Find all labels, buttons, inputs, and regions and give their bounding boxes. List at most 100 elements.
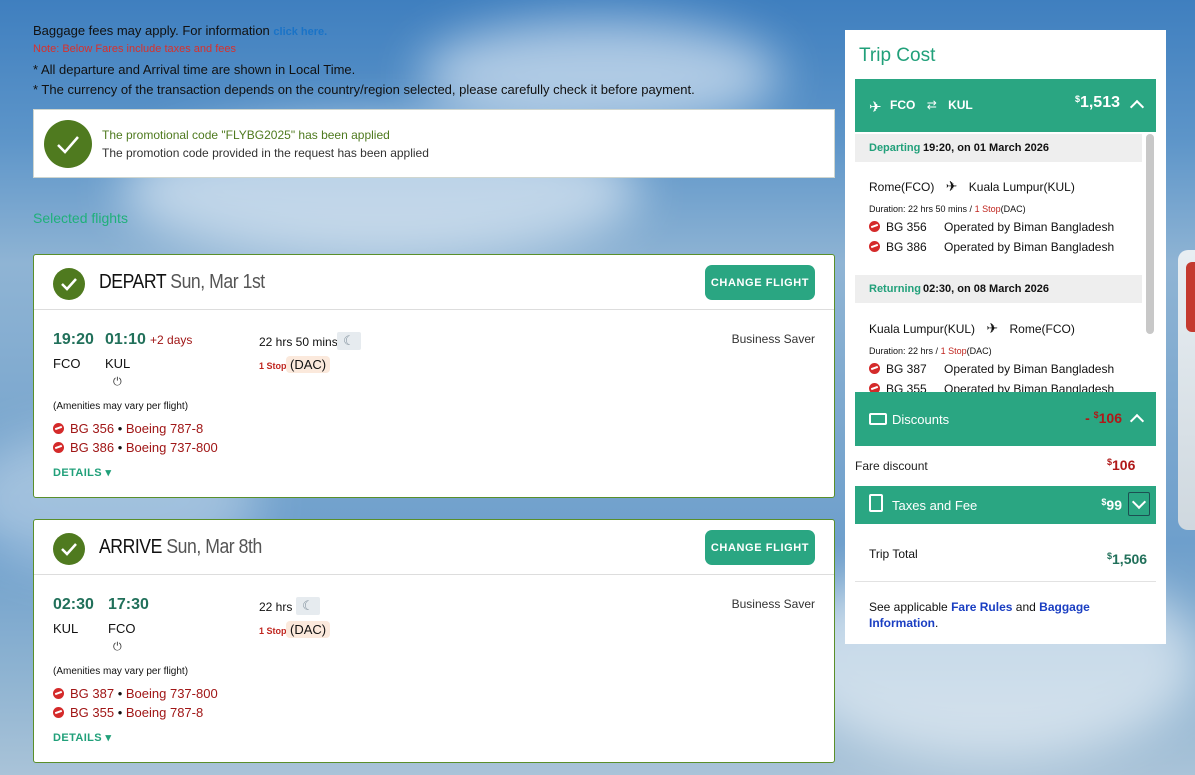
operator: Operated by Biman Bangladesh — [944, 220, 1115, 234]
baggage-note: Baggage fees may apply. For information … — [33, 23, 327, 38]
returning-stop: 1 Stop — [940, 346, 967, 356]
receipt-icon — [869, 494, 883, 512]
returning-duration-text: Duration: 22 hrs / — [869, 346, 939, 356]
segment-row: BG 355 • Boeing 787-8 — [53, 705, 203, 720]
aircraft-type: Boeing 787-8 — [125, 705, 204, 720]
taxes-amount: $99 — [1101, 497, 1122, 513]
discounts-amount-value: 106 — [1098, 410, 1122, 426]
plane-icon: ✈ — [869, 99, 882, 116]
details-label: DETAILS — [53, 467, 103, 479]
baggage-note-text: Baggage fees may apply. For information — [33, 23, 270, 38]
panel-segment-row: BG 387 Operated by Biman Bangladesh — [869, 362, 1114, 376]
caret-down-icon: ▾ — [105, 732, 112, 744]
panel-segment-row: BG 386 Operated by Biman Bangladesh — [869, 240, 1114, 254]
depart-card-header: DEPART Sun, Mar 1st CHANGE FLIGHT — [34, 255, 834, 310]
airline-logo-icon — [53, 442, 64, 453]
trip-total-amount: $1,506 — [1107, 551, 1147, 567]
arrive-details-toggle[interactable]: DETAILS ▾ — [53, 731, 111, 744]
via-airport: (DAC) — [286, 356, 331, 373]
discounts-label: Discounts — [892, 412, 950, 427]
returning-from: Kuala Lumpur(KUL) — [869, 322, 976, 336]
change-depart-flight-button[interactable]: CHANGE FLIGHT — [705, 265, 815, 300]
promo-subtitle: The promotion code provided in the reque… — [102, 146, 429, 160]
departing-via: (DAC) — [1000, 204, 1026, 214]
returning-duration: Duration: 22 hrs / 1 Stop(DAC) — [869, 346, 992, 356]
flight-number: BG 355 — [886, 382, 927, 392]
stop-count: 1 Stop — [259, 361, 287, 371]
returning-route: Kuala Lumpur(KUL) ✈ Rome(FCO) — [869, 320, 1075, 337]
depart-label: DEPART — [99, 271, 166, 293]
airline-logo-icon — [869, 383, 880, 392]
taxes-label: Taxes and Fee — [892, 498, 978, 513]
fare-discount-label: Fare discount — [855, 459, 928, 473]
flight-number: BG 386 — [70, 440, 115, 455]
money-icon — [869, 413, 887, 425]
departing-duration-text: Duration: 22 hrs 50 mins / — [869, 204, 973, 214]
trip-total-label: Trip Total — [869, 547, 918, 561]
airline-logo-icon — [869, 221, 880, 232]
arrive-date: Sun, Mar 8th — [166, 536, 262, 558]
airline-logo-icon — [53, 688, 64, 699]
route-to: KUL — [948, 98, 973, 112]
depart-details-toggle[interactable]: DETAILS ▾ — [53, 466, 111, 479]
destination-code: FCO — [108, 621, 136, 636]
taxes-fee-bar[interactable]: Taxes and Fee $99 — [855, 486, 1156, 524]
arrive-card-header: ARRIVE Sun, Mar 8th CHANGE FLIGHT — [34, 520, 834, 575]
power-icon: ⏻ — [113, 376, 122, 388]
flight-number: BG 387 — [70, 686, 115, 701]
trip-cost-panel: Trip Cost ✈ FCO ⇄ KUL $1,513 Departing 1… — [845, 30, 1166, 644]
itinerary-scroll-area[interactable]: Departing 19:20, on 01 March 2026 Rome(F… — [855, 132, 1156, 392]
depart-time: 19:20 — [53, 331, 94, 348]
origin-code: FCO — [53, 356, 81, 371]
origin-code: KUL — [53, 621, 79, 636]
panel-segment-row: BG 356 Operated by Biman Bangladesh — [869, 220, 1114, 234]
fare-rules-link[interactable]: Fare Rules — [951, 600, 1012, 614]
arrive-title: ARRIVE Sun, Mar 8th — [99, 536, 262, 559]
depart-date: Sun, Mar 1st — [170, 271, 265, 293]
cabin-class: Business Saver — [731, 332, 815, 346]
scrollbar[interactable] — [1146, 134, 1154, 334]
stop-count: 1 Stop — [259, 626, 287, 636]
footer-period: . — [935, 616, 939, 630]
chevron-up-icon[interactable] — [1129, 413, 1145, 429]
segment-row: BG 386 • Boeing 737-800 — [53, 440, 218, 455]
wifi-icon: ☾ — [337, 332, 361, 350]
fare-rules-note: See applicable Fare Rules and Baggage In… — [869, 599, 1119, 631]
route-price-bar[interactable]: ✈ FCO ⇄ KUL $1,513 — [855, 79, 1156, 132]
promo-title: The promotional code "FLYBG2025" has bee… — [102, 128, 390, 142]
arrival-time: 01:10 — [105, 331, 146, 348]
aircraft-type: Boeing 737-800 — [125, 440, 218, 455]
departing-route: Rome(FCO) ✈ Kuala Lumpur(KUL) — [869, 178, 1075, 195]
flight-number: BG 355 — [70, 705, 115, 720]
flight-number: BG 386 — [886, 240, 927, 254]
amenities-note: (Amenities may vary per flight) — [53, 401, 189, 412]
via-airport: (DAC) — [286, 621, 331, 638]
selected-flights-label: Selected flights — [33, 210, 128, 226]
caret-down-icon: ▾ — [105, 467, 112, 479]
departing-strip: Departing 19:20, on 01 March 2026 — [855, 134, 1142, 162]
power-icon: ⏻ — [113, 641, 122, 653]
departing-stop: 1 Stop — [974, 204, 1001, 214]
arrive-label: ARRIVE — [99, 536, 162, 558]
trip-total-value: 1,506 — [1112, 551, 1148, 567]
operator: Operated by Biman Bangladesh — [944, 240, 1115, 254]
route-price: $1,513 — [1075, 94, 1120, 112]
details-label: DETAILS — [53, 732, 103, 744]
aircraft-type: Boeing 787-8 — [125, 421, 204, 436]
swap-arrows-icon: ⇄ — [926, 98, 937, 112]
chevron-up-icon[interactable] — [1129, 99, 1145, 115]
arrive-flight-card: ARRIVE Sun, Mar 8th CHANGE FLIGHT 02:30 … — [33, 519, 835, 763]
baggage-click-here-link[interactable]: click here. — [273, 26, 327, 38]
taxes-expand-toggle[interactable] — [1128, 492, 1150, 516]
depart-title: DEPART Sun, Mar 1st — [99, 271, 265, 294]
airline-logo-icon — [53, 423, 64, 434]
returning-when: 02:30, on 08 March 2026 — [923, 283, 1049, 295]
departing-from: Rome(FCO) — [869, 180, 935, 194]
route-price-value: 1,513 — [1079, 94, 1120, 111]
departing-when: 19:20, on 01 March 2026 — [923, 142, 1049, 154]
returning-via: (DAC) — [966, 346, 992, 356]
change-return-flight-button[interactable]: CHANGE FLIGHT — [705, 530, 815, 565]
plane-icon: ✈ — [945, 178, 958, 194]
discounts-bar[interactable]: Discounts - $106 — [855, 392, 1156, 446]
route-from: FCO — [890, 98, 916, 112]
